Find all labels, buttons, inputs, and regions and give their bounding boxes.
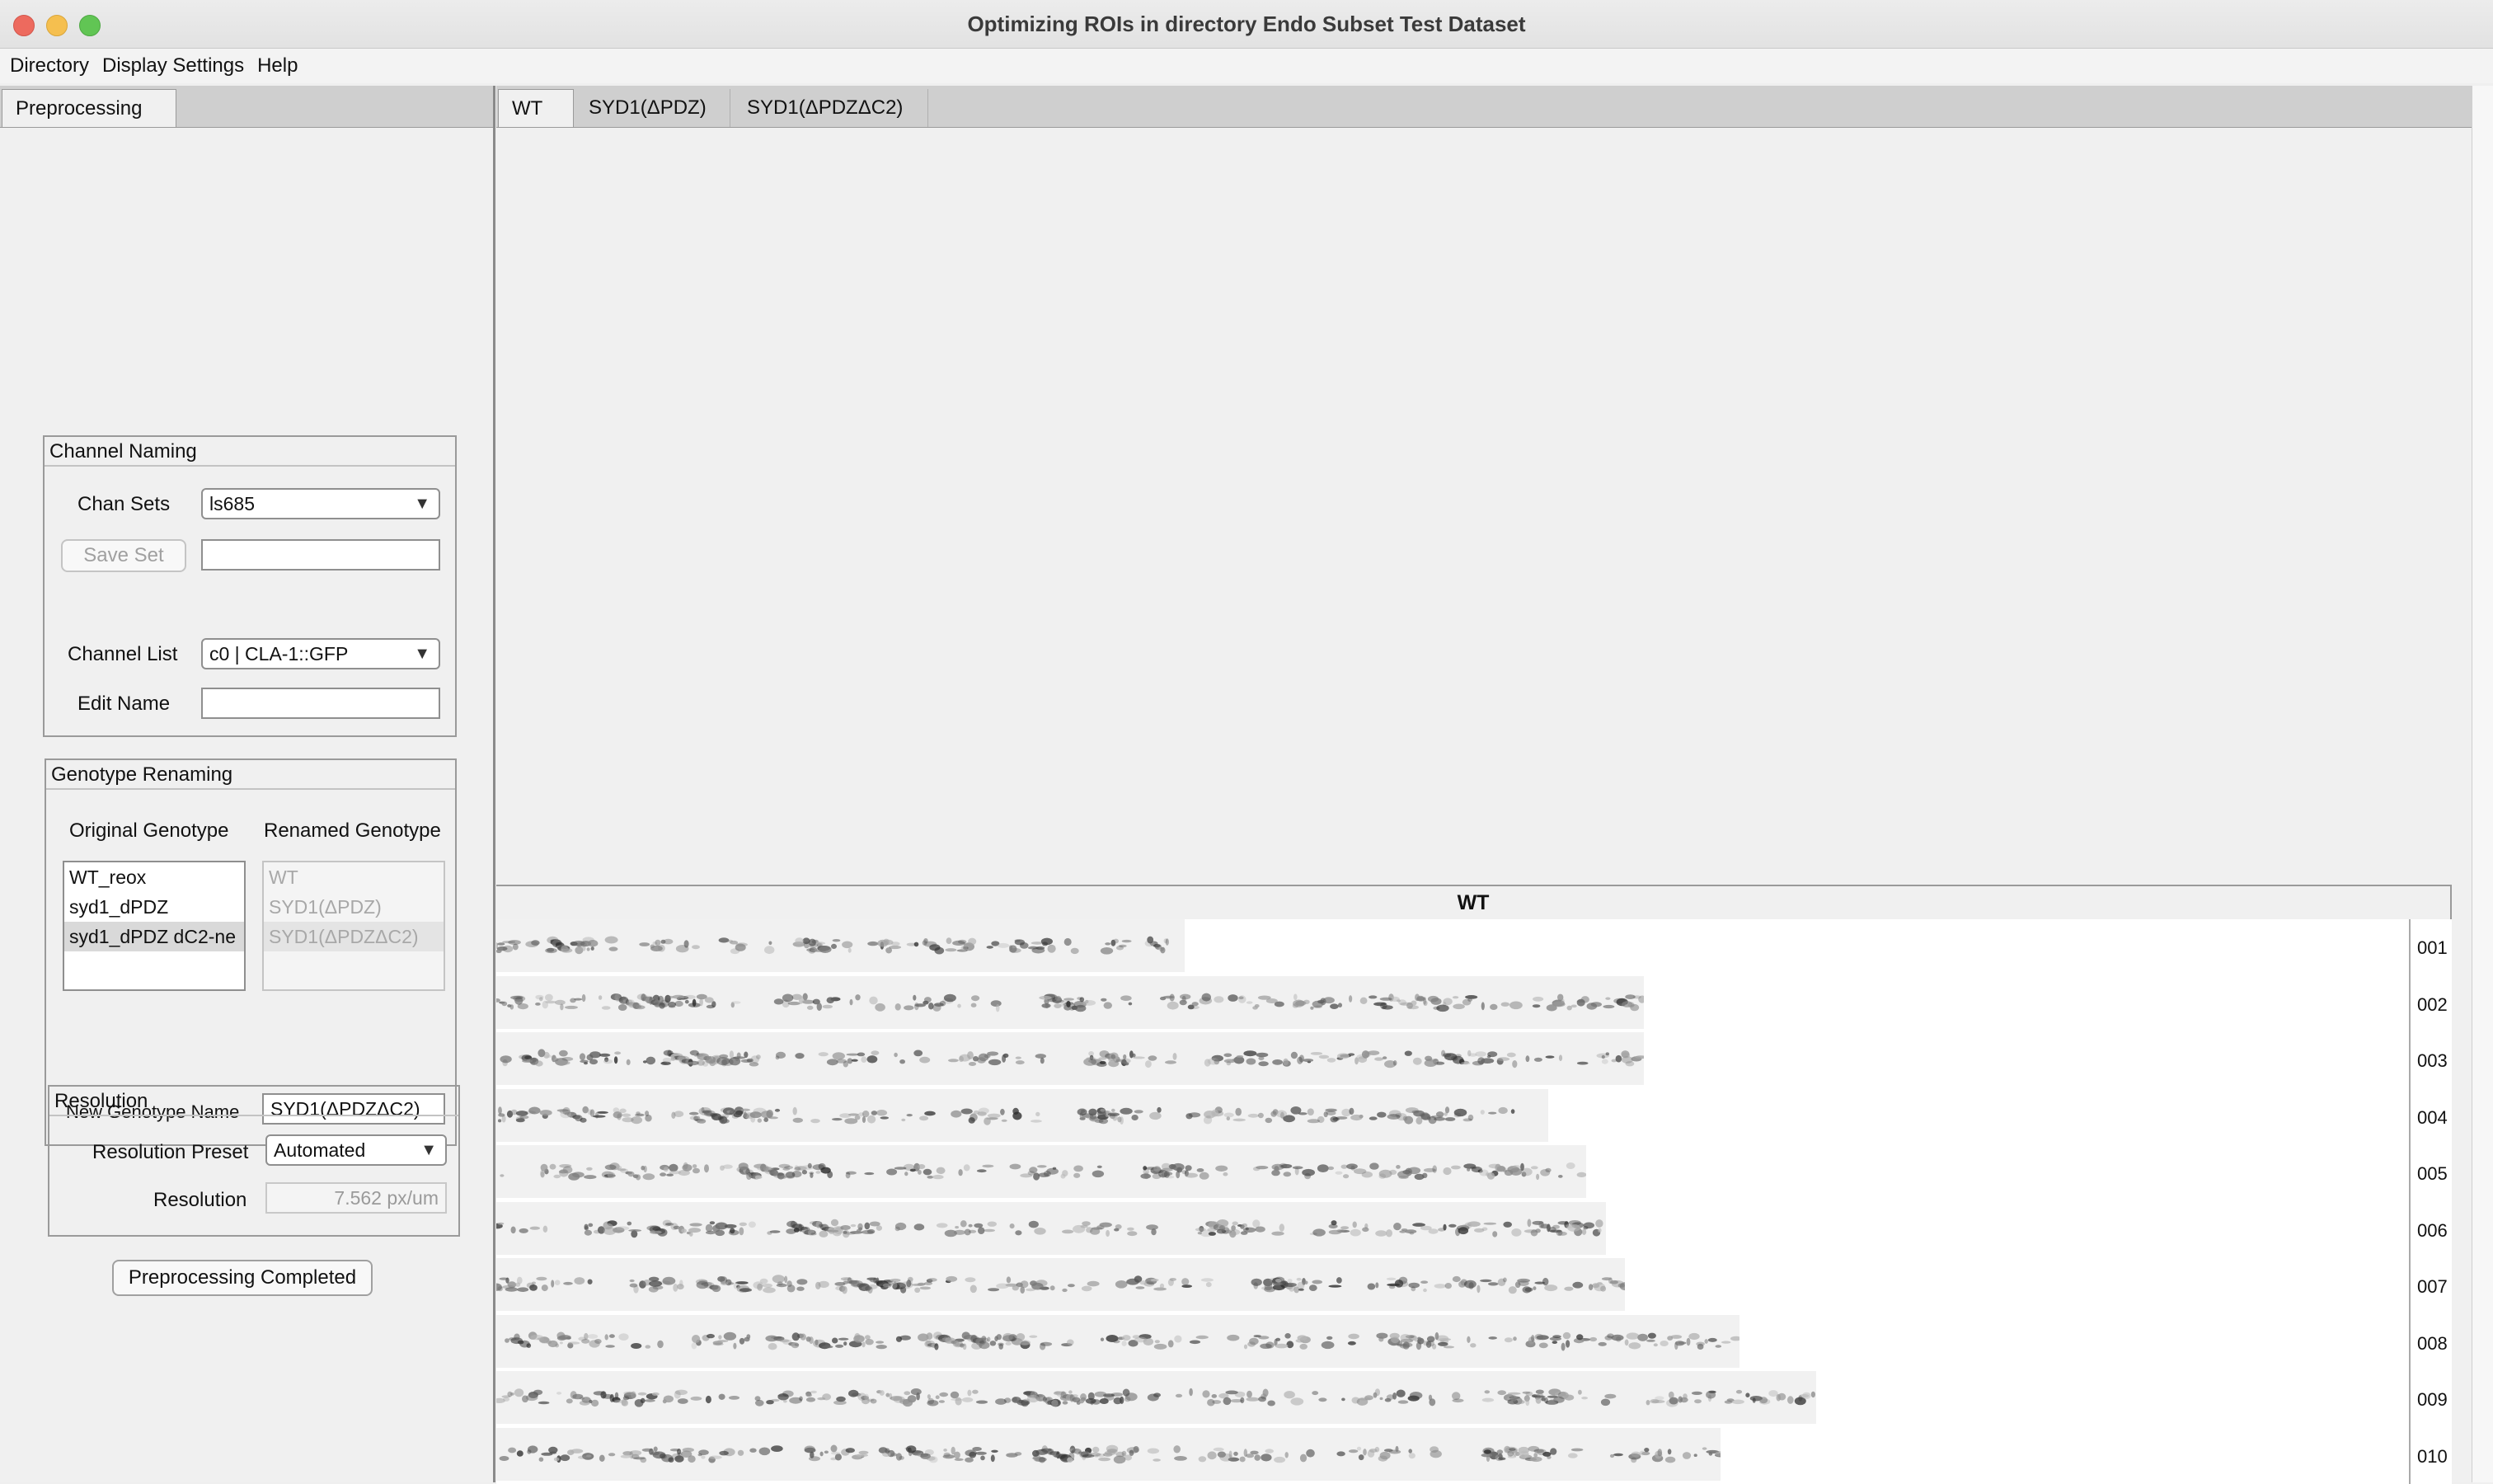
roi-row-label: 003 bbox=[2417, 1050, 2448, 1071]
chevron-down-icon: ▼ bbox=[414, 495, 430, 513]
roi-row-label: 007 bbox=[2417, 1276, 2448, 1297]
roi-strip-image bbox=[496, 1032, 1644, 1085]
save-set-button[interactable]: Save Set bbox=[61, 539, 186, 572]
roi-strip-image bbox=[496, 919, 1185, 972]
chan-sets-value: ls685 bbox=[209, 493, 255, 514]
list-item[interactable]: syd1_dPDZ bbox=[64, 892, 244, 922]
list-item: SYD1(ΔPDZΔC2) bbox=[264, 922, 444, 951]
list-item: WT bbox=[269, 866, 298, 888]
tab-preprocessing[interactable]: Preprocessing bbox=[2, 89, 176, 127]
list-item[interactable]: WT_reox bbox=[64, 862, 244, 892]
roi-row-label: 009 bbox=[2417, 1389, 2448, 1410]
roi-strip-image bbox=[496, 1258, 1625, 1311]
tab-syd1-dpdz[interactable]: SYD1(ΔPDZ) bbox=[575, 89, 730, 127]
original-genotype-header: Original Genotype bbox=[69, 819, 229, 842]
resolution-group: Resolution Resolution Preset Automated ▼… bbox=[48, 1085, 460, 1237]
list-item: SYD1(ΔPDZ) bbox=[269, 896, 382, 918]
save-set-name-input[interactable] bbox=[201, 539, 440, 571]
channel-naming-title: Channel Naming bbox=[45, 437, 455, 467]
channel-list-dropdown[interactable]: c0 | CLA-1::GFP ▼ bbox=[201, 638, 440, 669]
resolution-preset-dropdown[interactable]: Automated ▼ bbox=[265, 1134, 447, 1166]
roi-strip-image bbox=[496, 1201, 1606, 1255]
resolution-title: Resolution bbox=[49, 1087, 458, 1116]
original-genotype-list[interactable]: WT_reox syd1_dPDZ syd1_dPDZ dC2-ne bbox=[63, 861, 246, 991]
chevron-down-icon: ▼ bbox=[420, 1141, 437, 1159]
roi-strip-image bbox=[496, 1145, 1586, 1198]
title-bar: Optimizing ROIs in directory Endo Subset… bbox=[0, 0, 2493, 49]
resolution-value-field: 7.562 px/um bbox=[265, 1182, 447, 1214]
tab-syd1-dpdz-dc2[interactable]: SYD1(ΔPDZΔC2) bbox=[734, 89, 928, 127]
roi-row-label: 010 bbox=[2417, 1445, 2448, 1467]
roi-strip-image bbox=[496, 1314, 1739, 1368]
roi-row-label: 005 bbox=[2417, 1163, 2448, 1184]
edit-name-label: Edit Name bbox=[77, 693, 171, 715]
left-tab-bar: Preprocessing bbox=[0, 86, 493, 128]
channel-list-value: c0 | CLA-1::GFP bbox=[209, 643, 349, 665]
tab-wt[interactable]: WT bbox=[498, 89, 574, 127]
genotype-tab-bar: WT SYD1(ΔPDZ) SYD1(ΔPDZΔC2) bbox=[496, 86, 2472, 128]
roi-label-column: 001 002 003 004 005 006 007 008 009 010 bbox=[2409, 919, 2452, 1484]
menu-bar: Directory Display Settings Help bbox=[0, 49, 2493, 83]
roi-row-label: 001 bbox=[2417, 937, 2448, 958]
viewer-title: WT bbox=[496, 886, 2450, 919]
window-title: Optimizing ROIs in directory Endo Subset… bbox=[967, 12, 1526, 36]
roi-row-label: 008 bbox=[2417, 1332, 2448, 1354]
menu-help[interactable]: Help bbox=[256, 54, 299, 77]
chan-sets-label: Chan Sets bbox=[77, 493, 171, 515]
renamed-genotype-header: Renamed Genotype bbox=[264, 819, 441, 842]
preprocessing-panel: Preprocessing Channel Naming Chan Sets l… bbox=[0, 86, 495, 1482]
resolution-preset-value: Automated bbox=[274, 1139, 366, 1161]
roi-row-label: 002 bbox=[2417, 993, 2448, 1015]
roi-viewer: WT 001 002 003 004 005 006 007 008 009 010 bbox=[496, 885, 2452, 1484]
roi-row-label: 006 bbox=[2417, 1219, 2448, 1241]
preprocessing-completed-button[interactable]: Preprocessing Completed bbox=[112, 1260, 373, 1296]
renamed-genotype-list: WT SYD1(ΔPDZ) SYD1(ΔPDZΔC2) bbox=[262, 861, 445, 991]
roi-strip-image bbox=[496, 1088, 1548, 1142]
roi-row-label: 004 bbox=[2417, 1106, 2448, 1128]
resolution-label: Resolution bbox=[153, 1189, 247, 1211]
channel-naming-group: Channel Naming Chan Sets ls685 ▼ Save Se… bbox=[43, 435, 457, 737]
roi-strip-image bbox=[496, 1371, 1816, 1424]
channel-list-label: Channel List bbox=[68, 643, 178, 665]
menu-directory[interactable]: Directory bbox=[8, 54, 91, 77]
resolution-preset-label: Resolution Preset bbox=[92, 1141, 249, 1163]
list-item[interactable]: syd1_dPDZ dC2-ne bbox=[64, 922, 244, 951]
genotype-renaming-title: Genotype Renaming bbox=[46, 760, 455, 790]
vertical-scrollbar[interactable] bbox=[2472, 86, 2493, 1482]
roi-strip-image bbox=[496, 1427, 1721, 1481]
menu-display-settings[interactable]: Display Settings bbox=[101, 54, 246, 77]
roi-strip-image bbox=[496, 975, 1644, 1029]
chevron-down-icon: ▼ bbox=[414, 645, 430, 663]
edit-name-input[interactable] bbox=[201, 688, 440, 719]
chan-sets-dropdown[interactable]: ls685 ▼ bbox=[201, 488, 440, 519]
